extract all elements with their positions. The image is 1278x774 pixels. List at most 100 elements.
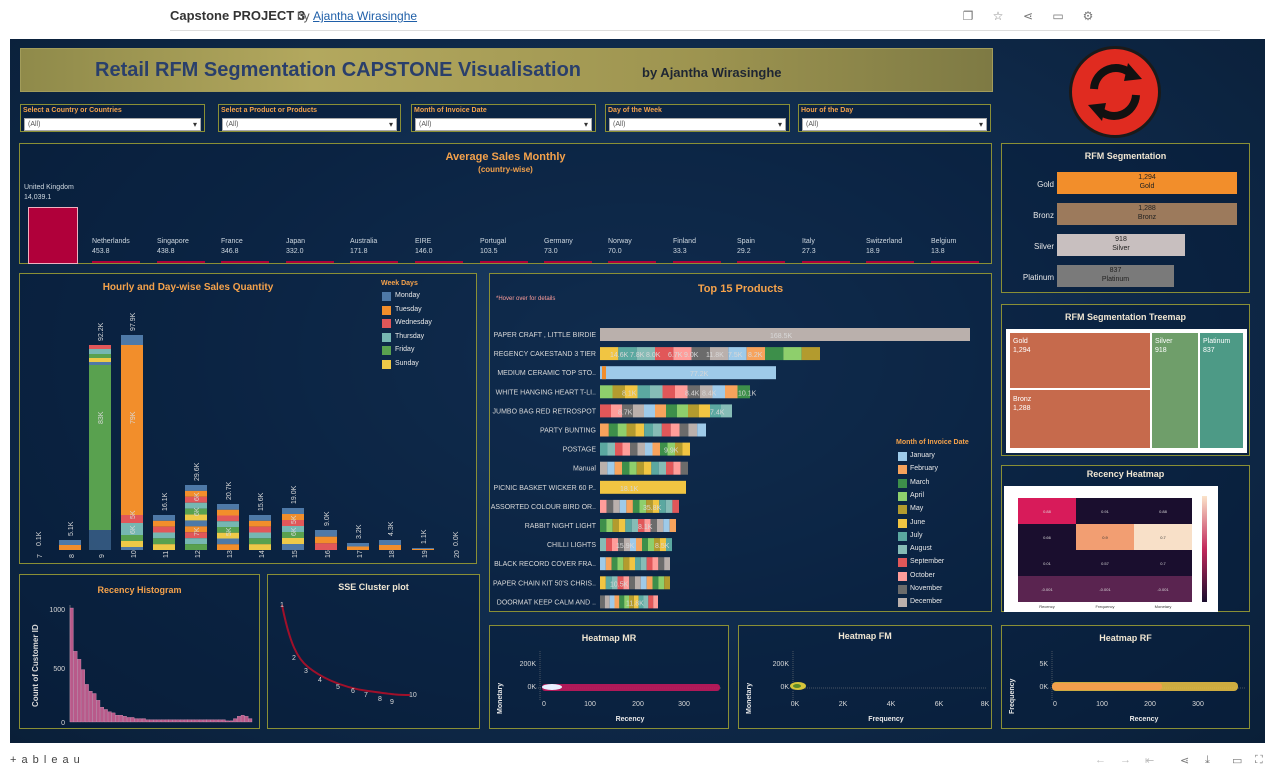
product-bar-seg [666, 461, 674, 475]
product-label: CHILLI LIGHTS [547, 542, 596, 549]
filter-product[interactable]: Select a Product or Products (All) ▾ [218, 104, 401, 132]
avg-sales-bar[interactable] [802, 261, 850, 263]
redo-icon[interactable]: → [1120, 754, 1131, 766]
hist-bar [164, 719, 169, 723]
tableau-logo[interactable]: + a b l e a u [10, 754, 81, 766]
hist-bar [142, 718, 146, 723]
recency-hist-chart: 1000 500 0 Count of Customer ID [31, 605, 253, 727]
hm-xtick: 0K [791, 701, 800, 708]
product-value: 35.8K [643, 505, 662, 512]
hourly-bar-seg [217, 509, 239, 516]
product-bar-seg [614, 461, 622, 475]
star-icon[interactable]: ☆ [990, 8, 1006, 24]
treemap-cell-platinum[interactable]: Platinum 837 [1199, 332, 1244, 449]
rfm-bar[interactable]: 837 Platinum [1057, 265, 1174, 287]
treemap-label: Silver [1155, 338, 1173, 345]
country-value: 171.8 [350, 248, 368, 255]
heatmap-mr-chart: 200K 0K 0 100 200 300 Recency Monetary [497, 651, 722, 723]
copy-icon[interactable]: ❐ [960, 8, 976, 24]
hist-bar [214, 719, 218, 723]
settings-icon[interactable]: ⚙ [1080, 8, 1096, 24]
country-value: 73.0 [544, 248, 558, 255]
avg-sales-bar[interactable] [673, 261, 721, 263]
hour-total: 20.7K [226, 481, 233, 500]
hm-xtick: 300 [1192, 701, 1204, 708]
hist-bar [180, 719, 184, 723]
avg-sales-bar[interactable] [415, 261, 463, 263]
filter-label: Hour of the Day [801, 107, 854, 114]
hour-total: 16.1K [162, 492, 169, 511]
hourly-bar-seg [185, 485, 207, 491]
download-icon[interactable]: ⤓ [1205, 754, 1210, 767]
product-bar-seg [672, 499, 679, 513]
share-icon[interactable]: ⋖ [1180, 754, 1189, 767]
by-text: by [297, 9, 310, 23]
product-label: WHITE HANGING HEART T-LI.. [496, 389, 596, 396]
avg-sales-bar[interactable] [866, 261, 914, 263]
treemap-cell-silver[interactable]: Silver 918 [1151, 332, 1199, 449]
avg-sales-bar[interactable] [350, 261, 398, 263]
product-bar-seg [725, 385, 738, 399]
product-label: ASSORTED COLOUR BIRD OR.. [491, 504, 596, 511]
heatmap-mr-panel: Heatmap MR 200K 0K 0 100 200 300 Recency Moneta… [489, 625, 729, 729]
filter-select[interactable]: (All) ▾ [415, 118, 592, 131]
chevron-down-icon: ▾ [583, 120, 588, 129]
chevron-down-icon: ▾ [978, 120, 983, 129]
product-bar-seg [635, 423, 645, 437]
hist-bar [96, 700, 101, 723]
rfm-bar-seg: Gold [1139, 183, 1155, 190]
product-bar-seg [629, 576, 635, 590]
hourly-bar-seg [217, 504, 239, 510]
filter-select[interactable]: (All) ▾ [802, 118, 987, 131]
hist-bar [221, 719, 226, 723]
hourly-bar-seg [379, 540, 401, 545]
filter-country[interactable]: Select a Country or Countries (All) ▾ [20, 104, 205, 132]
product-label: BLACK RECORD COVER FRA.. [494, 561, 596, 568]
product-bar-seg [602, 366, 606, 380]
hist-bar [218, 719, 222, 723]
product-bar-seg [646, 557, 653, 571]
rfm-bar[interactable]: 918 Silver [1057, 234, 1185, 256]
filter-select[interactable]: (All) ▾ [609, 118, 786, 131]
filter-select[interactable]: (All) ▾ [24, 118, 201, 131]
comment-icon[interactable]: ▭ [1232, 754, 1242, 767]
heatmap-value: -0.001 [1041, 587, 1053, 592]
share-icon[interactable]: ⋖ [1020, 8, 1036, 24]
avg-sales-bar[interactable] [544, 261, 592, 263]
avg-sales-bar[interactable] [157, 261, 205, 263]
rfm-bar[interactable]: 1,288 Bronz [1057, 203, 1237, 225]
fullscreen-icon[interactable]: ⛶ [1255, 754, 1263, 767]
avg-sales-bar[interactable] [221, 261, 269, 263]
revert-icon[interactable]: ⇤ [1145, 754, 1154, 767]
hourly-bar-seg [89, 349, 111, 354]
avg-sales-bar[interactable] [286, 261, 334, 263]
author-link[interactable]: Ajantha Wirasinghe [313, 9, 417, 23]
product-bar-seg [622, 461, 630, 475]
filter-select[interactable]: (All) ▾ [222, 118, 397, 131]
treemap-cell-gold[interactable]: Gold 1,294 [1009, 332, 1151, 389]
product-bar-seg [670, 423, 680, 437]
rfm-bar[interactable]: 1,294 Gold [1057, 172, 1237, 194]
avg-sales-bar[interactable] [931, 261, 979, 263]
avg-sales-bar[interactable] [608, 261, 656, 263]
hist-bar [157, 719, 161, 723]
filter-label: Select a Country or Countries [23, 107, 122, 114]
product-bar-seg [646, 576, 653, 590]
avg-sales-bar[interactable] [28, 207, 78, 264]
comment-icon[interactable]: ▭ [1050, 8, 1066, 24]
hist-bar [206, 719, 211, 723]
hourly-chart: 7 0.1K 8 5.1K 9 92.2K 10 97.9K 11 16.1K 12 29.6K 13 2… [36, 312, 461, 558]
refresh-icon[interactable] [1069, 46, 1161, 138]
avg-sales-bar[interactable] [480, 261, 528, 263]
product-bar-seg [677, 404, 688, 418]
filter-month[interactable]: Month of Invoice Date (All) ▾ [411, 104, 596, 132]
undo-icon[interactable]: ← [1095, 754, 1106, 766]
treemap-cell-bronz[interactable]: Bronz 1,288 [1009, 389, 1151, 449]
avg-sales-bar[interactable] [92, 261, 140, 263]
sse-point-label: 6 [351, 688, 355, 695]
filter-day[interactable]: Day of the Week (All) ▾ [605, 104, 790, 132]
avg-sales-bar[interactable] [737, 261, 785, 263]
product-bar-seg [619, 595, 625, 609]
hourly-bar-seg [217, 544, 239, 550]
filter-hour[interactable]: Hour of the Day (All) ▾ [798, 104, 991, 132]
